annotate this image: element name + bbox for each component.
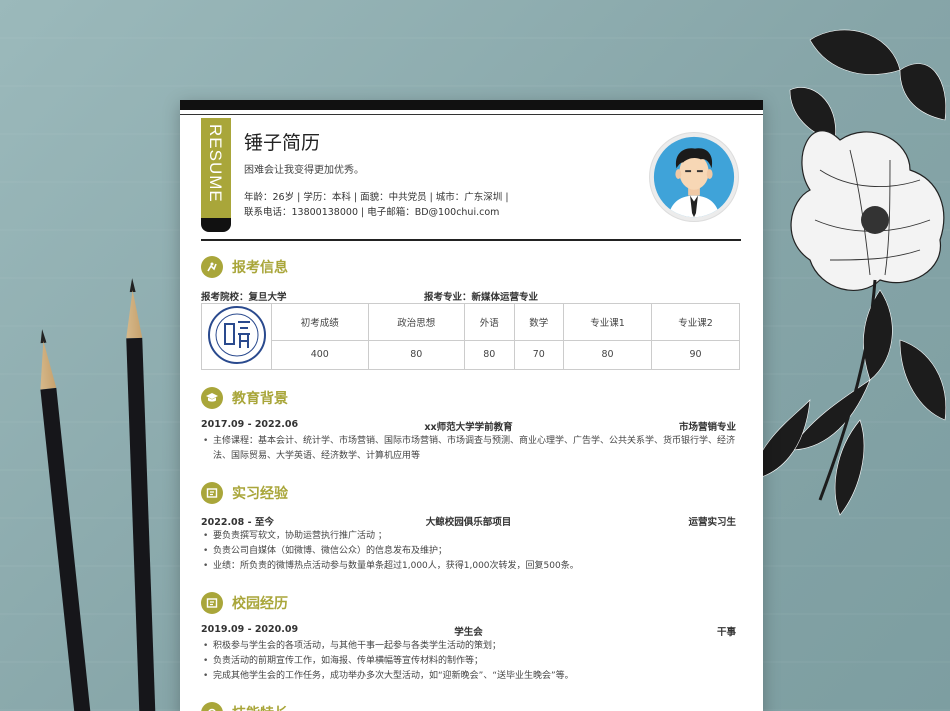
score-value: 90 (651, 339, 740, 371)
resume-page: RESUME 锤子简历 困难会让我变得更加优秀。 年龄：26岁 | 学历：本科 … (180, 100, 763, 711)
section-label: 校园经历 (232, 596, 288, 612)
list-item: 负责公司自媒体（如微博、微信公众）的信息发布及维护； (201, 544, 741, 559)
meta-line-2: 联系电话：13800138000 | 电子邮箱：BD@100chui.com (244, 207, 500, 218)
list-item: 业绩：所负责的微博热点活动参与数量单条超过1,000人，获得1,000次转发，回… (201, 559, 741, 574)
score-header: 专业课1 (563, 303, 652, 341)
briefcase-icon (201, 482, 223, 504)
score-value: 80 (367, 339, 466, 371)
resume-tab: RESUME (201, 118, 231, 218)
internship-bullets: 要负责撰写软文，协助运营执行推广活动 ； 负责公司自媒体（如微博、微信公众）的信… (201, 529, 741, 574)
resume-header: 锤子简历 困难会让我变得更加优秀。 年龄：26岁 | 学历：本科 | 面貌：中共… (244, 128, 509, 220)
top-line (180, 114, 763, 115)
section-skills-title: 技能特长 (201, 702, 288, 711)
exam-target: 报考院校：复旦大学 报考专业：新媒体运营专业 (201, 289, 741, 303)
score-header: 政治思想 (367, 303, 466, 341)
graduation-cap-icon (201, 387, 223, 409)
score-value: 80 (563, 339, 652, 371)
section-label: 教育背景 (232, 391, 288, 407)
pencil-decoration (33, 318, 93, 711)
section-label: 实习经验 (232, 486, 288, 502)
list-item: 积极参与学生会的各项活动，与其他干事一起参与各类学生活动的策划； (201, 639, 741, 654)
campus-role: 干事 (716, 627, 736, 638)
education-school: xx师范大学学前教育 (424, 422, 513, 433)
campus-bullets: 积极参与学生会的各项活动，与其他干事一起参与各类学生活动的策划； 负责活动的前期… (201, 639, 741, 684)
list-item: 主修课程：基本会计、统计学、市场营销、国际市场营销、市场调查与预测、商业心理学、… (201, 434, 741, 464)
exam-icon (201, 256, 223, 278)
score-header: 数学 (513, 303, 565, 341)
section-label: 报考信息 (232, 260, 288, 276)
candidate-motto: 困难会让我变得更加优秀。 (244, 165, 364, 176)
score-value: 400 (271, 339, 369, 371)
score-header: 初考成绩 (271, 303, 369, 341)
candidate-meta: 年龄：26岁 | 学历：本科 | 面貌：中共党员 | 城市：广东深圳 | 联系电… (244, 190, 509, 220)
skills-icon (201, 702, 223, 711)
exam-major: 报考专业：新媒体运营专业 (424, 292, 539, 303)
university-logo-cell (201, 303, 272, 370)
score-header: 专业课2 (651, 303, 740, 341)
exam-school: 报考院校：复旦大学 (201, 292, 287, 303)
header-divider (201, 239, 741, 241)
score-table: 初考成绩 政治思想 外语 数学 专业课1 专业课2 400 80 80 70 8… (201, 303, 740, 371)
section-internship-title: 实习经验 (201, 482, 288, 504)
table-row: 初考成绩 政治思想 外语 数学 专业课1 专业课2 (201, 303, 740, 370)
score-value: 70 (513, 339, 565, 371)
meta-line-1: 年龄：26岁 | 学历：本科 | 面貌：中共党员 | 城市：广东深圳 | (244, 192, 509, 203)
education-major: 市场营销专业 (678, 422, 736, 433)
section-exam-title: 报考信息 (201, 256, 288, 278)
score-header: 外语 (464, 303, 515, 341)
candidate-name: 锤子简历 (244, 132, 321, 154)
campus-icon (201, 592, 223, 614)
internship-role: 运营实习生 (688, 517, 736, 528)
score-value: 80 (464, 339, 515, 371)
flower-decoration (750, 29, 947, 516)
pencil-decoration (124, 268, 157, 711)
list-item: 负责活动的前期宣传工作，如海报、传单横幅等宣传材料的制作等； (201, 654, 741, 669)
education-bullets: 主修课程：基本会计、统计学、市场营销、国际市场营销、市场调查与预测、商业心理学、… (201, 434, 741, 464)
campus-org: 学生会 (454, 627, 483, 638)
internship-org: 大鲸校园俱乐部项目 (425, 517, 512, 528)
avatar (649, 132, 739, 222)
fudan-seal-icon (207, 306, 266, 364)
table-row: 400 80 80 70 80 90 (202, 339, 740, 371)
resume-tab-label: RESUME (206, 124, 225, 203)
resume-tab-end (201, 218, 231, 232)
section-education-title: 教育背景 (201, 387, 288, 409)
section-label: 技能特长 (232, 703, 288, 711)
section-campus-title: 校园经历 (201, 592, 288, 614)
top-bar (180, 100, 763, 110)
list-item: 完成其他学生会的工作任务，成功举办多次大型活动，如“迎新晚会”、“送毕业生晚会”… (201, 669, 741, 684)
list-item: 要负责撰写软文，协助运营执行推广活动 ； (201, 529, 741, 544)
